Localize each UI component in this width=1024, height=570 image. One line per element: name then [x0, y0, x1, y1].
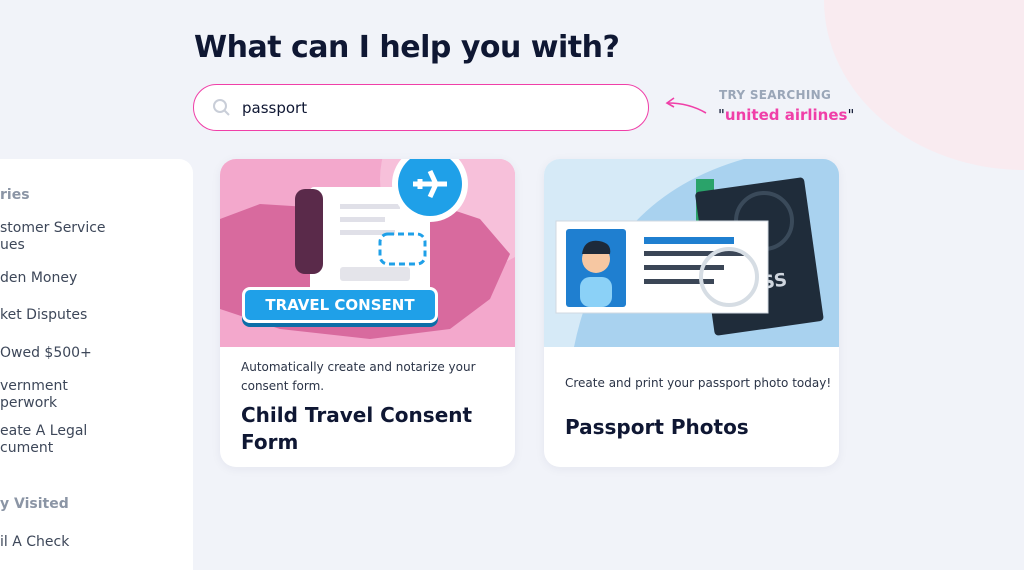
sidebar-section-recently-visited: y Visited [0, 496, 69, 512]
label: vernment [0, 378, 68, 394]
sidebar-item-hidden-money[interactable]: den Money [0, 270, 77, 287]
sidebar-item-mail-check[interactable]: il A Check [0, 534, 69, 551]
card-description: Automatically create and notarize your co… [241, 358, 476, 396]
quote-open: " [718, 106, 725, 124]
label: stomer Service [0, 220, 106, 236]
search-bar[interactable] [193, 84, 649, 131]
line: Form [241, 430, 299, 454]
background-decoration [824, 0, 1024, 170]
sidebar-item-government-paperwork[interactable]: vernment perwork [0, 378, 68, 412]
line: consent form. [241, 379, 325, 393]
travel-consent-illustration: TRAVEL CONSENT [220, 159, 515, 347]
sidebar-section-categories: ries [0, 187, 30, 203]
line: Child Travel Consent [241, 403, 473, 427]
arrow-icon [665, 97, 707, 114]
label: ues [0, 237, 25, 253]
card-passport-photos[interactable]: ASS Create and print your passport photo… [544, 159, 839, 467]
search-icon [213, 98, 230, 116]
sidebar-item-ticket-disputes[interactable]: ket Disputes [0, 307, 87, 324]
label: cument [0, 440, 54, 456]
travel-consent-badge: TRAVEL CONSENT [242, 287, 438, 323]
sidebar-item-legal-document[interactable]: eate A Legal cument [0, 423, 87, 457]
card-title: Passport Photos [565, 415, 749, 439]
suggested-query-text: united airlines [724, 106, 848, 124]
card-title: Child Travel Consent Form [241, 402, 472, 456]
try-searching-label: TRY SEARCHING [719, 88, 832, 102]
label: eate A Legal [0, 423, 88, 439]
passport-illustration: ASS [544, 159, 839, 347]
card-description: Create and print your passport photo tod… [565, 376, 832, 390]
line: Automatically create and notarize your [241, 360, 476, 374]
sidebar-item-owed[interactable]: Owed $500+ [0, 345, 92, 362]
suggested-query[interactable]: "united airlines" [718, 106, 854, 124]
card-child-travel-consent[interactable]: TRAVEL CONSENT Automatically create and … [220, 159, 515, 467]
quote-close: " [847, 106, 855, 124]
search-input[interactable] [242, 98, 602, 117]
sidebar: ries stomer Service ues den Money ket Dis… [0, 159, 193, 570]
page-title: What can I help you with? [194, 30, 620, 65]
sidebar-item-customer-service[interactable]: stomer Service ues [0, 220, 106, 254]
label: perwork [0, 395, 58, 411]
